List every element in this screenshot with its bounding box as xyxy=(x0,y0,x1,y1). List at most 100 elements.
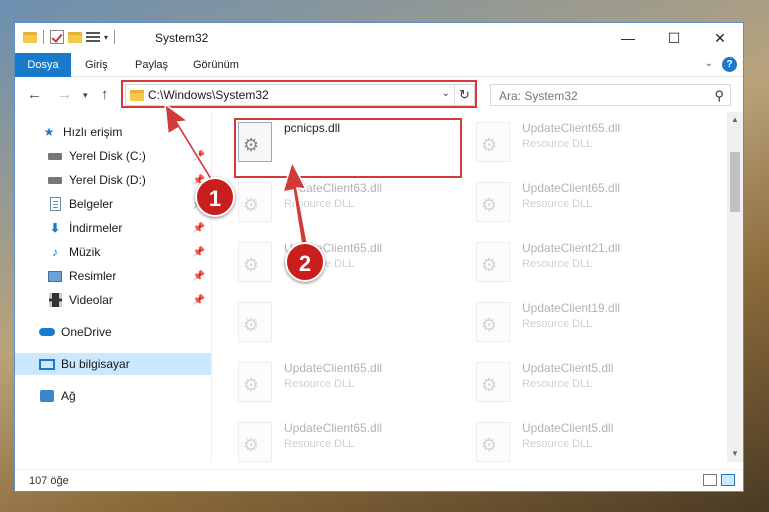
recent-locations-chevron-icon[interactable]: ▾ xyxy=(83,90,88,101)
expand-ribbon-icon[interactable]: ⌄ xyxy=(705,58,713,69)
window-title: System32 xyxy=(155,31,209,45)
scrollbar-thumb[interactable] xyxy=(730,152,740,212)
pin-icon[interactable]: 📌 xyxy=(193,295,205,306)
nav-item-onedrive[interactable]: OneDrive xyxy=(15,321,211,343)
file-name: UpdateClient5.dll xyxy=(522,421,614,435)
properties-check-icon[interactable] xyxy=(50,30,64,44)
file-tile[interactable]: UpdateClient19.dll Resource DLL xyxy=(450,298,680,348)
nav-item-label: İndirmeler xyxy=(69,221,123,235)
file-description: Resource DLL xyxy=(522,318,593,330)
file-tile[interactable]: UpdateClient65.dll Resource DLL xyxy=(212,238,442,288)
file-name: UpdateClient65.dll xyxy=(284,421,383,435)
help-icon[interactable]: ? xyxy=(722,57,737,72)
file-description: Resource DLL xyxy=(284,378,355,390)
search-input[interactable]: Ara: System32 xyxy=(499,89,578,103)
nav-item-label: Hızlı erişim xyxy=(63,125,123,139)
toolbar-separator xyxy=(43,30,44,44)
callout-2: 2 xyxy=(285,242,325,282)
title-bar: ▾ System32 — ☐ ✕ xyxy=(15,23,743,53)
item-count: 107 öğe xyxy=(29,475,69,487)
pin-icon[interactable]: 📌 xyxy=(193,271,205,282)
file-name: UpdateClient21.dll xyxy=(522,241,621,255)
dll-file-icon xyxy=(476,242,510,282)
tiles-view-icon[interactable] xyxy=(721,474,735,486)
file-tile[interactable] xyxy=(212,298,442,348)
file-description: Resource DLL xyxy=(522,258,593,270)
toolbar-separator xyxy=(114,30,116,44)
vertical-scrollbar[interactable]: ▲ ▼ xyxy=(727,112,743,462)
scroll-down-icon[interactable]: ▼ xyxy=(727,446,743,462)
file-highlight xyxy=(234,118,462,178)
dll-file-icon xyxy=(238,302,272,342)
file-description: Resource DLL xyxy=(284,198,355,210)
file-tile[interactable]: UpdateClient65.dll Resource DLL xyxy=(450,178,680,228)
nav-item-label: Belgeler xyxy=(69,197,114,211)
dll-file-icon xyxy=(476,122,510,162)
navigation-pane: ★ Hızlı erişim Yerel Disk (C:) 📌 Yerel D… xyxy=(15,112,211,462)
nav-item-local-disk-c[interactable]: Yerel Disk (C:) 📌 xyxy=(15,145,211,167)
pin-icon[interactable]: 📌 xyxy=(193,247,205,258)
file-tile[interactable]: UpdateClient5.dll Resource DLL xyxy=(450,358,680,408)
download-icon: ⬇ xyxy=(49,221,61,235)
close-button[interactable]: ✕ xyxy=(697,23,743,53)
file-tile[interactable]: UpdateClient65.dll Resource DLL xyxy=(450,118,680,168)
ribbon-tabs: Dosya Giriş Paylaş Görünüm ⌄ ? xyxy=(15,53,743,77)
pin-icon[interactable]: 📌 xyxy=(193,223,205,234)
dll-file-icon xyxy=(238,182,272,222)
dll-file-icon xyxy=(238,422,272,462)
nav-item-network[interactable]: Ağ xyxy=(15,385,211,407)
forward-arrow-icon[interactable]: → xyxy=(57,86,72,103)
nav-item-videos[interactable]: Videolar 📌 xyxy=(15,289,211,311)
nav-item-this-pc[interactable]: Bu bilgisayar xyxy=(15,353,211,375)
file-tile[interactable]: UpdateClient5.dll Resource DLL xyxy=(450,418,680,462)
new-folder-icon[interactable] xyxy=(68,31,82,43)
nav-item-label: Yerel Disk (D:) xyxy=(69,173,146,187)
pin-icon[interactable]: 📌 xyxy=(193,151,205,162)
nav-item-downloads[interactable]: ⬇ İndirmeler 📌 xyxy=(15,217,211,239)
scroll-up-icon[interactable]: ▲ xyxy=(727,112,743,128)
customize-toolbar-icon[interactable] xyxy=(86,31,100,43)
nav-item-documents[interactable]: Belgeler 📌 xyxy=(15,193,211,215)
nav-item-local-disk-d[interactable]: Yerel Disk (D:) 📌 xyxy=(15,169,211,191)
dll-file-icon xyxy=(476,422,510,462)
pictures-icon xyxy=(47,269,63,283)
dll-file-icon xyxy=(238,362,272,402)
network-icon xyxy=(39,389,55,403)
tab-view[interactable]: Görünüm xyxy=(183,53,249,77)
nav-item-pictures[interactable]: Resimler 📌 xyxy=(15,265,211,287)
file-name: UpdateClient65.dll xyxy=(522,121,621,135)
video-icon xyxy=(47,293,63,307)
file-description: Resource DLL xyxy=(522,198,593,210)
maximize-button[interactable]: ☐ xyxy=(651,23,697,53)
music-icon: ♪ xyxy=(52,245,58,259)
chevron-down-icon[interactable]: ▾ xyxy=(104,33,108,42)
star-icon: ★ xyxy=(43,125,55,139)
dll-file-icon xyxy=(238,242,272,282)
back-arrow-icon[interactable]: ← xyxy=(27,86,42,103)
up-arrow-icon[interactable]: ↑ xyxy=(101,86,109,103)
file-tile[interactable]: UpdateClient65.dll Resource DLL xyxy=(212,358,442,408)
computer-icon xyxy=(39,357,55,371)
document-icon xyxy=(47,197,63,211)
tab-share[interactable]: Paylaş xyxy=(125,53,178,77)
minimize-button[interactable]: — xyxy=(605,23,651,53)
search-box[interactable]: Ara: System32 ⚲ xyxy=(490,84,731,106)
nav-item-quick-access[interactable]: ★ Hızlı erişim xyxy=(15,121,211,143)
file-tile[interactable]: UpdateClient21.dll Resource DLL xyxy=(450,238,680,288)
file-name: UpdateClient19.dll xyxy=(522,301,621,315)
cloud-icon xyxy=(39,325,55,339)
tab-home[interactable]: Giriş xyxy=(75,53,118,77)
nav-item-music[interactable]: ♪ Müzik 📌 xyxy=(15,241,211,263)
drive-icon xyxy=(47,149,63,163)
folder-icon[interactable] xyxy=(23,31,37,43)
file-name: UpdateClient63.dll xyxy=(284,181,383,195)
search-icon[interactable]: ⚲ xyxy=(714,88,724,104)
callout-1: 1 xyxy=(195,177,235,217)
file-tile[interactable]: UpdateClient65.dll Resource DLL xyxy=(212,418,442,462)
nav-item-label: Resimler xyxy=(69,269,117,283)
file-tile[interactable]: UpdateClient63.dll Resource DLL xyxy=(212,178,442,228)
details-view-icon[interactable] xyxy=(703,474,717,486)
dll-file-icon xyxy=(476,362,510,402)
file-name: UpdateClient5.dll xyxy=(522,361,614,375)
tab-file[interactable]: Dosya xyxy=(15,53,71,77)
